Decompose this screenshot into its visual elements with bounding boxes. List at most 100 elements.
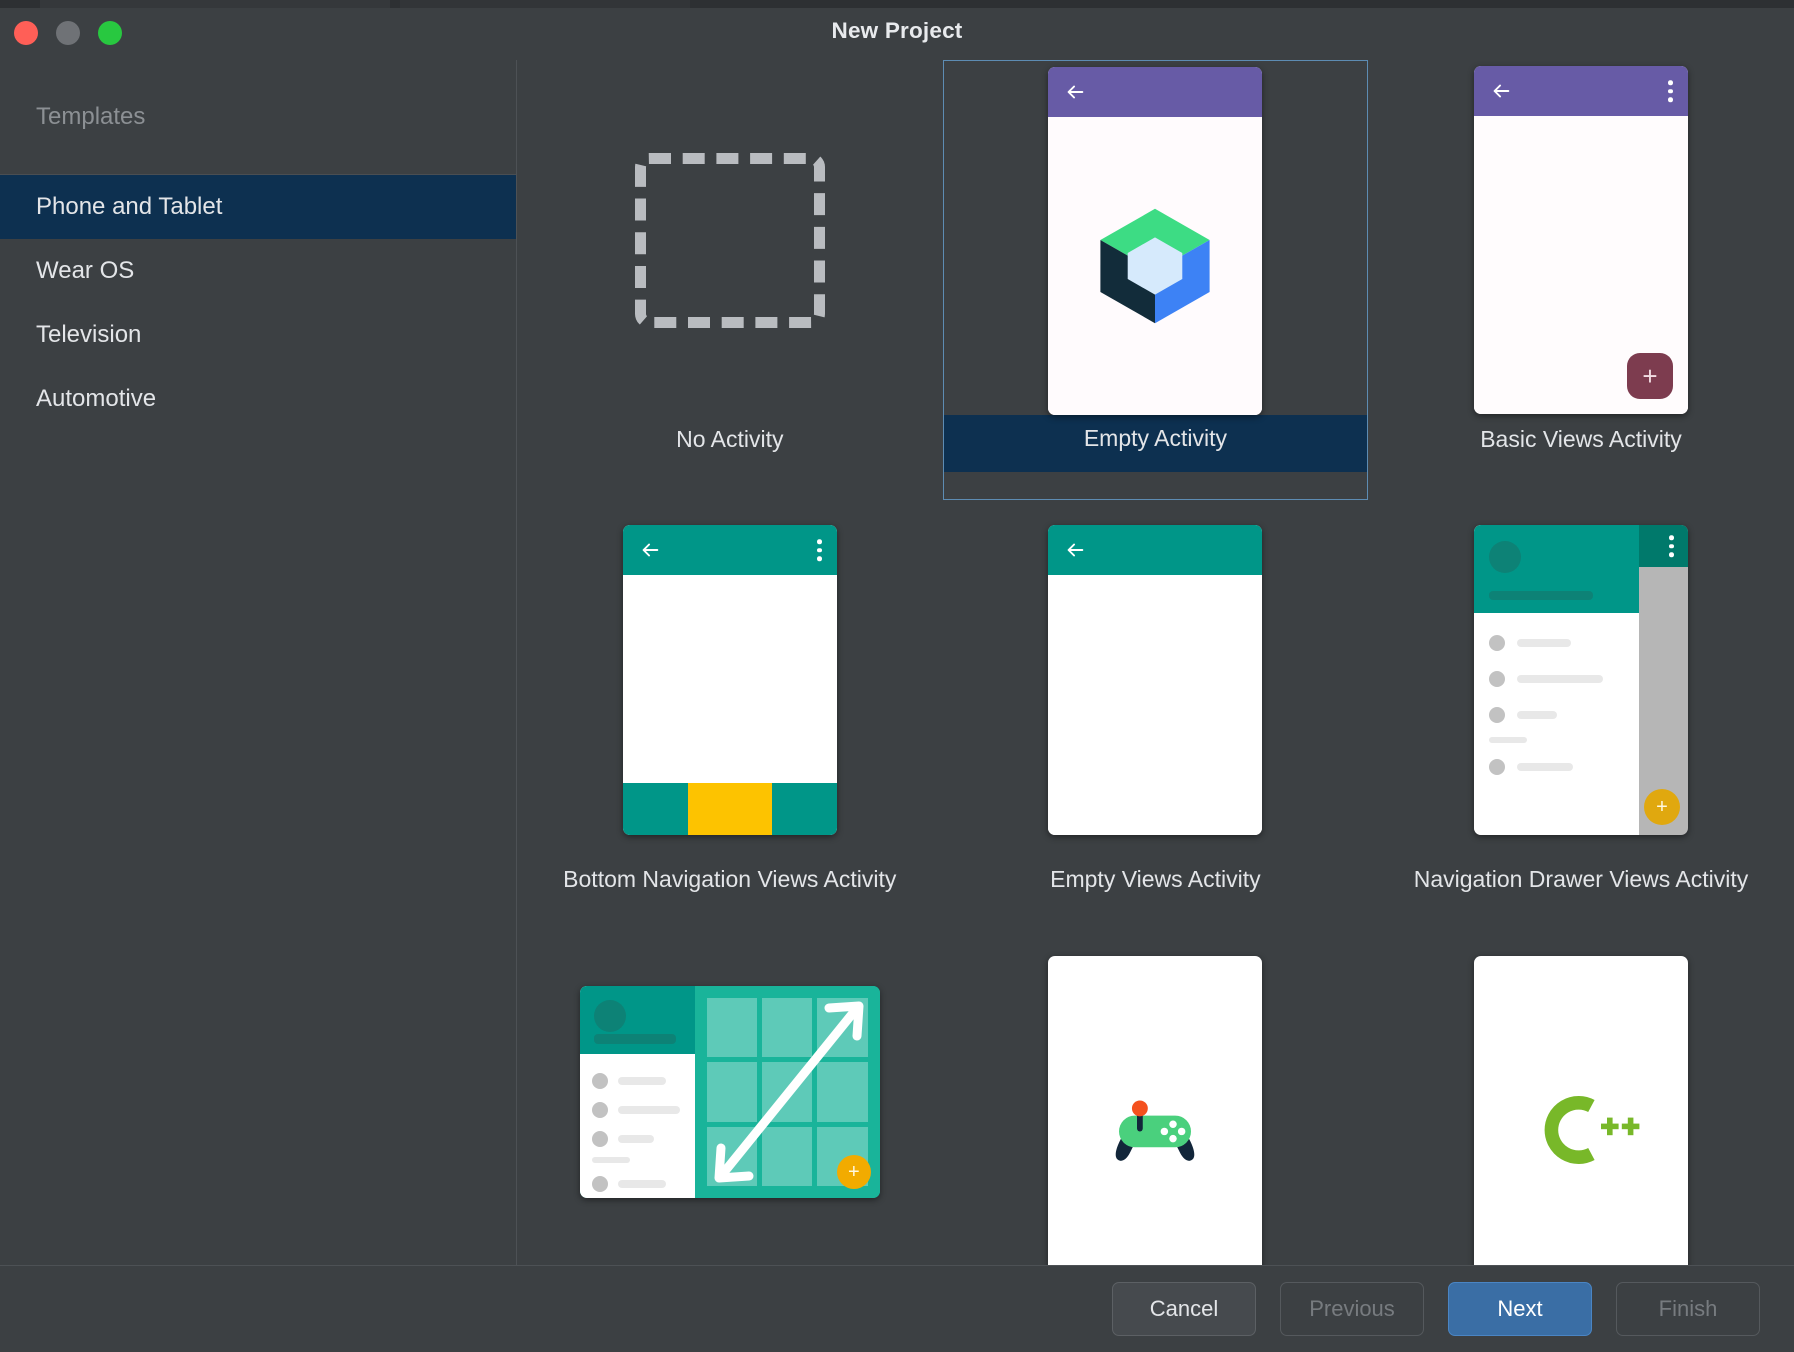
- sidebar-item-label: Television: [36, 321, 141, 349]
- drawer-menu-item: [580, 1169, 695, 1198]
- phone-mock: [1048, 67, 1262, 415]
- sidebar-item-wear-os[interactable]: Wear OS: [0, 239, 516, 303]
- drawer-header: [1474, 525, 1639, 613]
- cancel-button[interactable]: Cancel: [1112, 1282, 1256, 1336]
- phone-mock: +: [1474, 525, 1688, 835]
- templates-sidebar: Templates Phone and Tablet Wear OS Telev…: [0, 60, 516, 1265]
- grid-cell: [762, 1127, 812, 1186]
- drawer-item-icon: [1489, 707, 1505, 723]
- template-thumbnail: [943, 940, 1369, 1265]
- drawer-item-icon: [592, 1131, 608, 1147]
- grid-cell: [707, 1127, 757, 1186]
- phone-content-area: +: [1474, 116, 1688, 414]
- drawer-item-icon: [1489, 635, 1505, 651]
- template-tile-empty-views-activity[interactable]: Empty Views Activity: [943, 500, 1369, 940]
- responsive-left-pane: [580, 986, 695, 1198]
- template-tile-basic-views-activity[interactable]: + Basic Views Activity: [1368, 60, 1794, 500]
- drawer-item-label-placeholder: [1517, 763, 1573, 771]
- drawer-item-label-placeholder: [618, 1180, 666, 1188]
- back-arrow-icon: [1064, 81, 1086, 103]
- finish-button[interactable]: Finish: [1616, 1282, 1760, 1336]
- cpp-logo-icon: [1521, 1082, 1641, 1178]
- template-tile-no-activity[interactable]: No Activity: [517, 60, 943, 500]
- phone-mock: [1474, 956, 1688, 1265]
- template-tile-label: Empty Activity: [944, 415, 1368, 472]
- next-button[interactable]: Next: [1448, 1282, 1592, 1336]
- back-arrow-icon: [639, 539, 661, 561]
- phone-appbar: [1474, 66, 1688, 116]
- new-project-dialog: New Project Templates Phone and Tablet W…: [0, 0, 1794, 1352]
- sidebar-header-label: Templates: [36, 103, 145, 131]
- drawer-item-label-placeholder: [618, 1077, 666, 1085]
- back-arrow-icon: [1064, 539, 1086, 561]
- drawer-menu-item: [1474, 661, 1639, 697]
- drawer-menu-list: [1474, 613, 1639, 785]
- template-thumbnail: [517, 60, 943, 420]
- template-tile-label: No Activity: [517, 420, 943, 465]
- bottom-nav-item: [772, 783, 837, 835]
- overflow-menu-icon: [817, 539, 822, 561]
- grid-cell: [817, 1062, 867, 1121]
- drawer-item-icon: [592, 1102, 608, 1118]
- sidebar-item-label: Wear OS: [36, 257, 134, 285]
- template-thumbnail: [1368, 940, 1794, 1265]
- phone-appbar: [1048, 67, 1262, 117]
- drawer-menu-item: [1474, 625, 1639, 661]
- template-tile-bottom-navigation-views-activity[interactable]: Bottom Navigation Views Activity: [517, 500, 943, 940]
- previous-button[interactable]: Previous: [1280, 1282, 1424, 1336]
- drawer-username-placeholder: [594, 1034, 676, 1044]
- navigation-drawer-panel: [1474, 525, 1639, 835]
- jetpack-compose-logo-icon: [1090, 201, 1220, 331]
- drawer-section-divider: [1489, 737, 1527, 743]
- drawer-item-label-placeholder: [1517, 639, 1571, 647]
- template-tile-native-cpp[interactable]: Native C++: [1368, 940, 1794, 1265]
- sidebar-list: Phone and Tablet Wear OS Television Auto…: [0, 175, 516, 431]
- phone-mock: [1048, 525, 1262, 835]
- overflow-menu-icon: [1669, 535, 1674, 557]
- template-tile-label: Empty Views Activity: [943, 860, 1369, 905]
- drawer-item-label-placeholder: [618, 1106, 680, 1114]
- plus-icon: +: [1642, 363, 1657, 389]
- sidebar-item-automotive[interactable]: Automotive: [0, 367, 516, 431]
- template-grid-scroll-area[interactable]: No Activity: [517, 60, 1794, 1265]
- template-grid: No Activity: [517, 60, 1794, 1265]
- phone-mock: [623, 525, 837, 835]
- phone-appbar-right: [1639, 525, 1688, 567]
- template-thumbnail: [517, 500, 943, 860]
- floating-action-button-icon: +: [837, 1155, 871, 1189]
- bottom-nav-item-active: [688, 783, 772, 835]
- template-tile-empty-activity[interactable]: Empty Activity: [943, 60, 1369, 500]
- background-window-segment-b: [400, 0, 690, 8]
- dialog-button-bar: Cancel Previous Next Finish: [0, 1266, 1794, 1352]
- floating-action-button-icon: +: [1644, 789, 1680, 825]
- template-thumbnail: +: [1368, 60, 1794, 420]
- sidebar-item-label: Automotive: [36, 385, 156, 413]
- drawer-username-placeholder: [1489, 591, 1593, 600]
- sidebar-item-phone-and-tablet[interactable]: Phone and Tablet: [0, 175, 516, 239]
- overflow-menu-icon: [1668, 80, 1673, 102]
- drawer-item-label-placeholder: [1517, 675, 1603, 683]
- template-thumbnail: +: [517, 940, 943, 1265]
- phone-mock: [1048, 956, 1262, 1265]
- bottom-nav-item: [623, 783, 688, 835]
- grid-cell: [762, 1062, 812, 1121]
- phone-mock: +: [1474, 66, 1688, 414]
- drawer-menu-item: [580, 1095, 695, 1124]
- window-title: New Project: [0, 18, 1794, 44]
- phone-appbar: [1048, 525, 1262, 575]
- template-tile-label: Basic Views Activity: [1368, 420, 1794, 465]
- drawer-menu-item: [580, 1124, 695, 1153]
- template-thumbnail: [943, 500, 1369, 860]
- template-thumbnail: [944, 61, 1368, 421]
- phone-content-area: [623, 575, 837, 783]
- grid-cell: [707, 998, 757, 1057]
- grid-cell: [817, 998, 867, 1057]
- drawer-menu-item: [1474, 697, 1639, 733]
- template-tile-label: Navigation Drawer Views Activity: [1368, 860, 1794, 905]
- drawer-item-icon: [592, 1176, 608, 1192]
- background-window-segment-a: [40, 0, 390, 8]
- template-tile-responsive-views-activity[interactable]: + Responsive Views Activity: [517, 940, 943, 1265]
- sidebar-item-television[interactable]: Television: [0, 303, 516, 367]
- template-tile-navigation-drawer-views-activity[interactable]: + Navigation Drawer Views Activity: [1368, 500, 1794, 940]
- template-tile-game-activity[interactable]: Game Activity (C++): [943, 940, 1369, 1265]
